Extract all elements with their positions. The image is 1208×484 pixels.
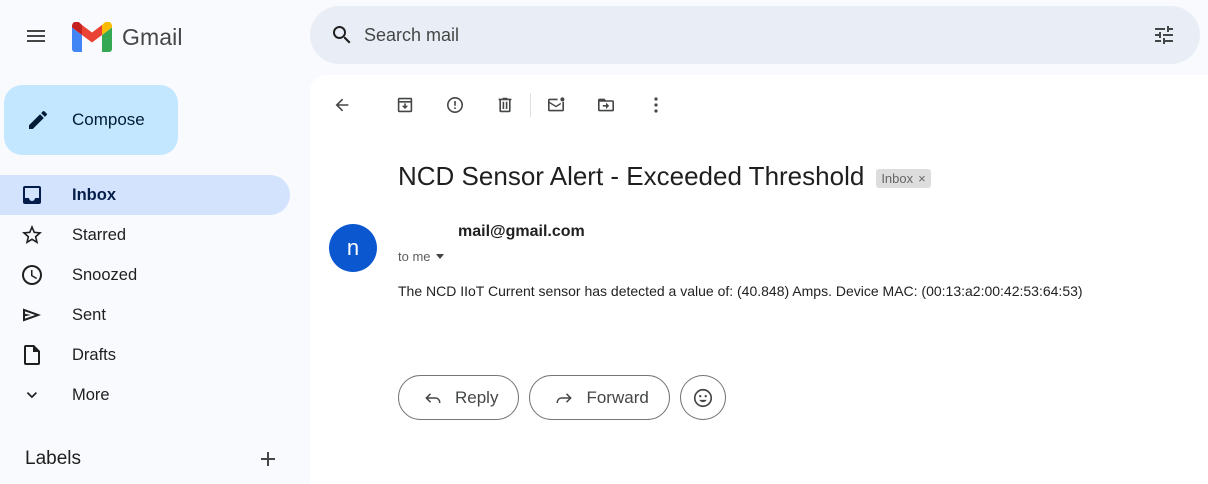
forward-button[interactable]: Forward [529, 375, 670, 420]
more-vert-icon[interactable] [644, 93, 668, 117]
sidebar-item-label: Snoozed [72, 265, 138, 284]
chevron-down-icon [26, 392, 37, 399]
label-chip-text: Inbox [881, 171, 914, 186]
reply-button[interactable]: Reply [398, 375, 520, 420]
send-icon [23, 308, 41, 322]
draft-icon [24, 345, 40, 365]
email-subject: NCD Sensor Alert - Exceeded Threshold [398, 161, 865, 191]
remove-label-button[interactable]: × [918, 171, 926, 186]
recipient-text: to me [398, 249, 431, 264]
hamburger-icon [27, 30, 45, 42]
sender-email[interactable]: mail@gmail.com [458, 223, 585, 241]
sidebar-item-snoozed[interactable]: Snoozed [0, 255, 290, 295]
sidebar-item-label: Starred [72, 225, 127, 244]
sidebar-item-inbox[interactable]: Inbox [0, 175, 290, 215]
sidebar-item-label: Sent [72, 305, 106, 324]
reply-icon [425, 392, 441, 403]
caret-down-icon [435, 254, 444, 259]
search-icon[interactable] [330, 23, 354, 47]
compose-button[interactable]: Compose [4, 85, 178, 155]
gmail-m-icon [72, 22, 112, 52]
search-bar[interactable] [310, 6, 1200, 64]
report-spam-icon[interactable] [443, 93, 467, 117]
add-label-icon[interactable] [256, 447, 280, 471]
sidebar-item-label: More [72, 385, 110, 404]
sidebar-item-label: Inbox [72, 185, 116, 204]
app-name: Gmail [122, 23, 183, 50]
sidebar-item-label: Drafts [72, 345, 117, 364]
subject-row: NCD Sensor Alert - Exceeded Threshold In… [398, 161, 931, 192]
mark-unread-icon[interactable] [544, 93, 568, 117]
forward-icon [557, 392, 573, 403]
labels-title: Labels [25, 448, 81, 469]
pencil-icon [29, 110, 48, 129]
smiley-icon [693, 388, 712, 407]
main-menu-button[interactable] [24, 24, 48, 48]
archive-icon[interactable] [393, 93, 417, 117]
reply-label: Reply [455, 387, 499, 407]
gmail-logo[interactable]: Gmail [72, 22, 183, 52]
clock-icon [22, 265, 42, 285]
delete-icon[interactable] [493, 93, 517, 117]
reply-actions: Reply Forward [398, 375, 726, 420]
sidebar-item-starred[interactable]: Starred [0, 215, 290, 255]
compose-label: Compose [72, 110, 145, 129]
search-input[interactable] [364, 24, 1064, 46]
sidebar-item-sent[interactable]: Sent [0, 295, 290, 335]
labels-header: Labels [25, 447, 280, 471]
star-icon [22, 225, 42, 244]
message-view: NCD Sensor Alert - Exceeded Threshold In… [310, 75, 1208, 484]
search-options-icon[interactable] [1152, 23, 1176, 47]
move-to-icon[interactable] [594, 93, 618, 117]
sidebar-item-more[interactable]: More [0, 375, 290, 415]
toolbar-divider [530, 93, 531, 117]
email-body: The NCD IIoT Current sensor has detected… [398, 283, 1083, 299]
inbox-label-chip[interactable]: Inbox × [876, 169, 931, 188]
recipient-details-toggle[interactable]: to me [398, 249, 444, 264]
inbox-icon [23, 186, 41, 204]
sidebar-nav: Inbox Starred Snoozed Sent Drafts More [0, 175, 290, 415]
sidebar-item-drafts[interactable]: Drafts [0, 335, 290, 375]
back-arrow-icon[interactable] [330, 93, 354, 117]
forward-label: Forward [586, 387, 649, 407]
message-toolbar [330, 93, 668, 117]
emoji-reaction-button[interactable] [679, 375, 726, 420]
sender-avatar[interactable]: n [329, 224, 377, 272]
